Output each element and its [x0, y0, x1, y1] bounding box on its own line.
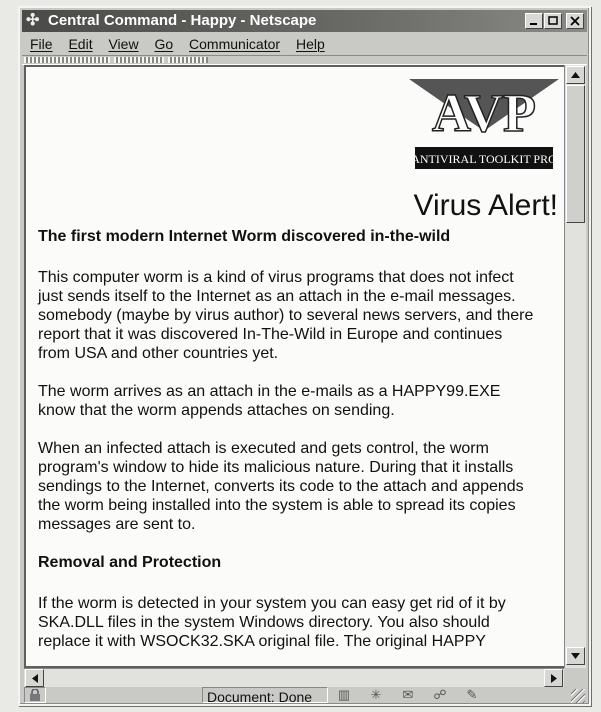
status-text: Document: Done: [202, 687, 328, 705]
browser-window: ✣ Central Command - Happy - Netscape Fil…: [18, 6, 591, 706]
scroll-down-button[interactable]: [566, 647, 585, 665]
heading-worm: The first modern Internet Worm discovere…: [38, 228, 451, 245]
text-line: report that it was discovered In-The-Wil…: [38, 326, 503, 343]
collapsed-toolbars: [22, 55, 587, 65]
progress-icon: ▥: [337, 687, 351, 702]
arrow-down-icon: [571, 653, 580, 659]
mail-icon[interactable]: ✉: [398, 687, 418, 702]
text-line: just sends itself to the Internet as an …: [38, 288, 516, 305]
toolbar-tab-navigation[interactable]: [24, 57, 110, 63]
scroll-thumb[interactable]: [566, 85, 585, 223]
lock-icon: [30, 689, 40, 701]
menu-help[interactable]: Help: [296, 36, 325, 52]
arrow-left-icon: [31, 673, 38, 683]
toolbar-tab-personal[interactable]: [168, 57, 208, 63]
minimize-button[interactable]: [525, 13, 543, 29]
maximize-button[interactable]: [544, 13, 562, 29]
text-line: The worm arrives as an attach in the e-m…: [38, 383, 501, 400]
toolbar-tab-location[interactable]: [114, 57, 164, 63]
composer-icon[interactable]: ✎: [462, 687, 482, 702]
menu-go[interactable]: Go: [154, 36, 173, 52]
text-line: When an infected attach is executed and …: [38, 440, 489, 457]
scroll-right-button[interactable]: [544, 669, 563, 687]
security-button[interactable]: [24, 687, 46, 703]
text-line: SKA.DLL files in the system Windows dire…: [38, 614, 490, 631]
text-line: program's window to hide its malicious n…: [38, 459, 514, 476]
arrow-right-icon: [550, 673, 557, 683]
resize-grip[interactable]: [571, 689, 585, 703]
menu-view[interactable]: View: [108, 36, 138, 52]
svg-text:AVP: AVP: [432, 83, 536, 143]
text-line: replace it with WSOCK32.SKA original fil…: [38, 633, 486, 650]
menu-bar: File Edit View Go Communicator Help: [22, 34, 587, 54]
title-bar[interactable]: ✣ Central Command - Happy - Netscape: [22, 10, 587, 32]
page-content: AVP ANTIVIRAL TOOLKIT PRO Virus Alert! T…: [24, 65, 564, 668]
navigator-icon[interactable]: ✳: [366, 687, 386, 702]
menu-file[interactable]: File: [30, 36, 53, 52]
discussions-icon[interactable]: ☍: [430, 687, 450, 702]
text-line: sendings to the Internet, converts its c…: [38, 478, 524, 495]
virus-alert-title: Virus Alert!: [413, 189, 558, 222]
status-bar: Document: Done ▥ ✳ ✉ ☍ ✎: [22, 687, 587, 705]
text-line: know that the worm appends attaches on s…: [38, 402, 395, 419]
window-controls: [525, 13, 584, 29]
close-button[interactable]: [566, 13, 584, 29]
scroll-left-button[interactable]: [25, 669, 44, 687]
text-line: messages are sent to.: [38, 516, 196, 533]
component-bar: ▥ ✳ ✉ ☍ ✎: [334, 687, 482, 703]
article-text: The first modern Internet Worm discovere…: [38, 227, 564, 666]
horizontal-scrollbar[interactable]: [24, 668, 564, 687]
vertical-scrollbar[interactable]: [564, 65, 586, 668]
paragraph-removal: If the worm is detected in your system y…: [38, 594, 564, 651]
text-line: somebody (maybe by virus author) to seve…: [38, 307, 534, 324]
window-title: Central Command - Happy - Netscape: [48, 12, 317, 29]
minimize-icon: [530, 23, 537, 25]
paragraph-execution: When an infected attach is executed and …: [38, 439, 564, 534]
text-line: from USA and other countries yet.: [38, 345, 279, 362]
paragraph-intro: This computer worm is a kind of virus pr…: [38, 268, 564, 363]
netscape-icon: ✣: [26, 12, 40, 29]
menu-edit[interactable]: Edit: [68, 36, 92, 52]
menu-communicator[interactable]: Communicator: [189, 36, 280, 52]
text-line: This computer worm is a kind of virus pr…: [38, 269, 514, 286]
close-icon: [570, 16, 580, 26]
text-line: If the worm is detected in your system y…: [38, 595, 506, 612]
avp-logo: AVP ANTIVIRAL TOOLKIT PRO: [409, 79, 559, 169]
paragraph-arrival: The worm arrives as an attach in the e-m…: [38, 382, 564, 420]
heading-removal: Removal and Protection: [38, 554, 222, 571]
scroll-up-button[interactable]: [566, 66, 585, 84]
maximize-icon: [548, 16, 558, 25]
text-line: the worm being installed into the system…: [38, 497, 516, 514]
svg-text:ANTIVIRAL TOOLKIT PRO: ANTIVIRAL TOOLKIT PRO: [411, 152, 557, 166]
arrow-up-icon: [571, 72, 580, 78]
